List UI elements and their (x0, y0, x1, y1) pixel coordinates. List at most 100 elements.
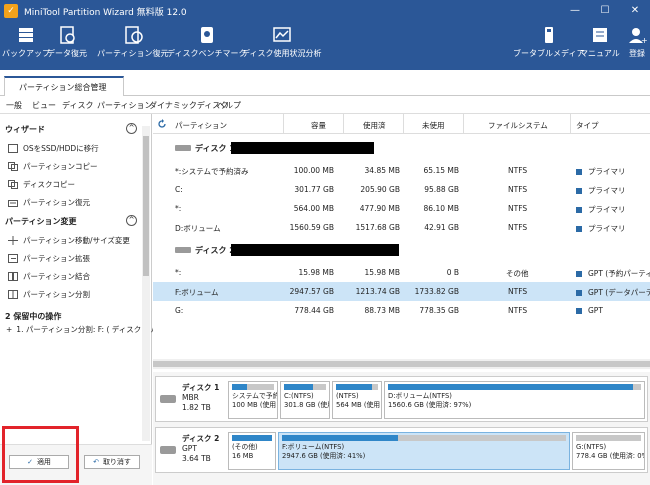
minimize-button[interactable]: — (560, 0, 590, 22)
sidebar-item-extend[interactable]: パーティション拡張 (8, 253, 90, 264)
table-row[interactable]: *: 15.98 MB 15.98 MB 0 B その他 GPT (予約パーティ (153, 263, 650, 282)
manual-button[interactable]: マニュアル (580, 26, 620, 59)
register-icon: + (629, 28, 647, 44)
sidebar-scrollbar[interactable] (142, 126, 150, 441)
table-row[interactable]: *: 564.00 MB 477.90 MB 86.10 MB NTFS プライ… (153, 199, 650, 218)
maximize-button[interactable]: ☐ (590, 0, 620, 22)
menu-help[interactable]: ヘルプ (217, 100, 241, 111)
disk-map-row-2[interactable]: ディスク 2 GPT 3.64 TB (その他) 16 MB F:ボリューム(N… (155, 427, 648, 473)
sidebar-item-partition-recovery[interactable]: パーティション復元 (8, 197, 90, 208)
primary-type-icon (576, 226, 582, 232)
expand-icon: + (6, 325, 13, 334)
register-button[interactable]: + 登録 (627, 26, 647, 59)
undo-icon: ↶ (93, 458, 99, 466)
col-partition[interactable]: パーティション (175, 120, 227, 131)
extend-icon (8, 254, 18, 263)
table-horizontal-scrollbar[interactable] (153, 359, 650, 369)
disk-name: ディスク 2 (182, 434, 220, 443)
hard-disk-icon (175, 247, 191, 253)
gpt-type-icon (576, 271, 582, 277)
disk-map-partition[interactable]: D:ボリューム(NTFS) 1560.6 GB (使用済: 97%) (384, 381, 645, 419)
disk-map-row-1[interactable]: ディスク 1 MBR 1.82 TB システムで予約 100 MB (使用 C:… (155, 376, 648, 422)
col-unused[interactable]: 未使用 (422, 120, 445, 131)
disk-2-row[interactable]: ディスク 2 ( (153, 242, 650, 260)
manual-icon (592, 28, 607, 42)
partition-change-collapse-button[interactable]: ^ (126, 215, 137, 226)
primary-type-icon (576, 188, 582, 194)
bootable-media-button[interactable]: ブータブルメディア (513, 26, 584, 59)
hard-disk-icon (160, 446, 176, 454)
tab-bar: パーティション総合管理 (0, 70, 650, 96)
disk-map-partition[interactable]: C:(NTFS) 301.8 GB (使用 (280, 381, 330, 419)
bootable-media-icon (544, 27, 553, 43)
pending-operations-header: 2 保留中の操作 (5, 312, 62, 321)
col-filesystem[interactable]: ファイルシステム (488, 120, 548, 131)
gpt-type-icon (576, 308, 582, 314)
refresh-icon[interactable] (157, 119, 167, 129)
col-capacity[interactable]: 容量 (311, 120, 326, 131)
table-row[interactable]: *:システムで予約済み 100.00 MB 34.85 MB 65.15 MB … (153, 161, 650, 180)
menu-partition[interactable]: パーティション (97, 100, 153, 111)
data-recovery-icon (60, 26, 75, 44)
window-title: MiniTool Partition Wizard 無料版 12.0 (24, 7, 187, 18)
gpt-type-icon (576, 290, 582, 296)
backup-button[interactable]: バックアップ (2, 26, 50, 59)
disk-map-partition[interactable]: (NTFS) 564 MB (使用 (332, 381, 382, 419)
hard-disk-icon (160, 395, 176, 403)
merge-icon (8, 272, 18, 281)
table-row[interactable]: D:ボリューム 1560.59 GB 1517.68 GB 42.91 GB N… (153, 218, 650, 237)
disk-benchmark-button[interactable]: ディスクベンチマーク (167, 26, 246, 59)
copy-partition-icon (8, 162, 18, 171)
copy-disk-icon (8, 180, 18, 189)
data-recovery-button[interactable]: データ復元 (47, 26, 87, 59)
partition-table: パーティション 容量 使用済 未使用 ファイルシステム タイプ ディスク 1 (… (153, 114, 650, 372)
col-used[interactable]: 使用済 (363, 120, 386, 131)
space-analyzer-icon (272, 27, 291, 42)
undo-button[interactable]: ↶ 取り消す (84, 455, 140, 469)
disk-map-partition[interactable]: システムで予約 100 MB (使用 (228, 381, 278, 419)
partition-recovery-button[interactable]: パーティション復元 (97, 26, 169, 59)
table-row[interactable]: C: 301.77 GB 205.90 GB 95.88 GB NTFS プライ… (153, 180, 650, 199)
primary-type-icon (576, 207, 582, 213)
main-toolbar: バックアップ データ復元 パーティション復元 ディスクベンチマーク ディスク使用… (0, 22, 650, 70)
disk-map-partition[interactable]: G:(NTFS) 778.4 GB (使用済: 0% (572, 432, 645, 470)
disk-map-partition-selected[interactable]: F:ボリューム(NTFS) 2947.6 GB (使用済: 41%) (278, 432, 570, 470)
sidebar-item-split[interactable]: パーティション分割 (8, 289, 90, 300)
disk-style: MBR (182, 393, 199, 402)
space-analyzer-button[interactable]: ディスク使用状況分析 (242, 26, 321, 59)
sidebar-item-copy-disk[interactable]: ディスクコピー (8, 179, 75, 190)
sidebar-item-migrate-os[interactable]: OSをSSD/HDDに移行 (8, 143, 99, 154)
close-button[interactable]: ✕ (620, 0, 650, 22)
sidebar-item-copy-partition[interactable]: パーティションコピー (8, 161, 98, 172)
disk-size: 3.64 TB (182, 454, 211, 463)
disk-1-row[interactable]: ディスク 1 ( (153, 140, 650, 158)
redacted-disk-2-model (231, 244, 399, 256)
table-row-selected[interactable]: F:ボリューム 2947.57 GB 1213.74 GB 1733.82 GB… (153, 282, 650, 301)
sidebar-item-merge[interactable]: パーティション結合 (8, 271, 90, 282)
split-icon (8, 290, 18, 299)
disk-map-partition[interactable]: (その他) 16 MB (228, 432, 276, 470)
partition-recovery-icon (125, 26, 143, 44)
apply-highlight-box (2, 426, 79, 483)
wizard-header: ウィザード (5, 125, 45, 134)
table-scroll-thumb[interactable] (153, 361, 650, 367)
backup-icon (19, 28, 33, 42)
redacted-disk-1-model (231, 142, 374, 154)
tab-partition-management[interactable]: パーティション総合管理 (4, 76, 124, 96)
disk-benchmark-icon (200, 27, 213, 43)
primary-type-icon (576, 169, 582, 175)
table-row[interactable]: G: 778.44 GB 88.73 MB 778.35 GB NTFS GPT (153, 301, 650, 320)
disk-map: ディスク 1 MBR 1.82 TB システムで予約 100 MB (使用 C:… (153, 372, 650, 485)
sidebar-item-move-resize[interactable]: パーティション移動/サイズ変更 (8, 235, 130, 246)
disk-name: ディスク 1 (182, 383, 220, 392)
svg-text:+: + (641, 36, 647, 44)
menu-general[interactable]: 一般 (6, 100, 22, 111)
partition-recovery-small-icon (8, 200, 18, 207)
menu-view[interactable]: ビュー (32, 100, 56, 111)
move-resize-icon (8, 236, 18, 245)
sidebar-scroll-thumb[interactable] (143, 136, 149, 276)
col-type[interactable]: タイプ (576, 120, 599, 131)
menu-disk[interactable]: ディスク (62, 100, 93, 111)
disk-style: GPT (182, 444, 197, 453)
wizard-collapse-button[interactable]: ^ (126, 123, 137, 134)
